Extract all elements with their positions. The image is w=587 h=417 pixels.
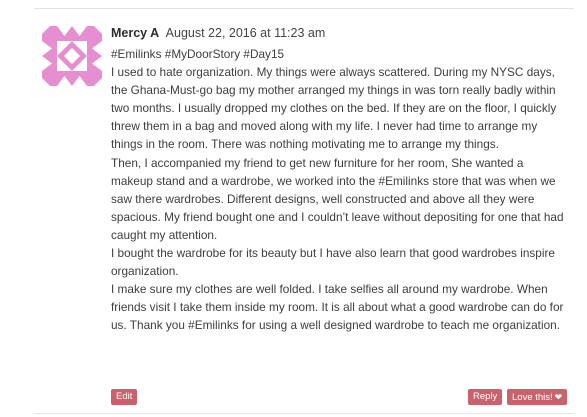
- love-this-button[interactable]: Love this! ❤: [507, 389, 568, 405]
- edit-button[interactable]: Edit: [111, 389, 138, 405]
- comment-author[interactable]: Mercy A: [111, 26, 159, 40]
- comment-paragraph: #Emilinks #MyDoorStory #Day15: [111, 47, 285, 61]
- love-this-label: Love this!: [512, 392, 553, 403]
- comment-paragraph: I used to hate organization. My things w…: [111, 65, 557, 152]
- heart-icon: ❤: [554, 392, 563, 402]
- comment-paragraph: I make sure my clothes are well folded. …: [111, 282, 564, 333]
- bottom-divider: [34, 413, 574, 414]
- comment-meta: Mercy A August 22, 2016 at 11:23 am: [111, 24, 567, 42]
- reply-button[interactable]: Reply: [468, 389, 503, 405]
- avatar: [42, 26, 102, 86]
- comment-paragraph: Then, I accompanied my friend to get new…: [111, 155, 564, 242]
- comment: Mercy A August 22, 2016 at 11:23 am #Emi…: [111, 24, 567, 335]
- comment-text: #Emilinks #MyDoorStory #Day15 I used to …: [111, 45, 567, 335]
- comment-paragraph: I bought the wardrobe for its beauty but…: [111, 246, 555, 279]
- top-divider: [34, 8, 574, 9]
- identicon-avatar: [42, 26, 102, 86]
- comment-date[interactable]: August 22, 2016 at 11:23 am: [166, 26, 326, 40]
